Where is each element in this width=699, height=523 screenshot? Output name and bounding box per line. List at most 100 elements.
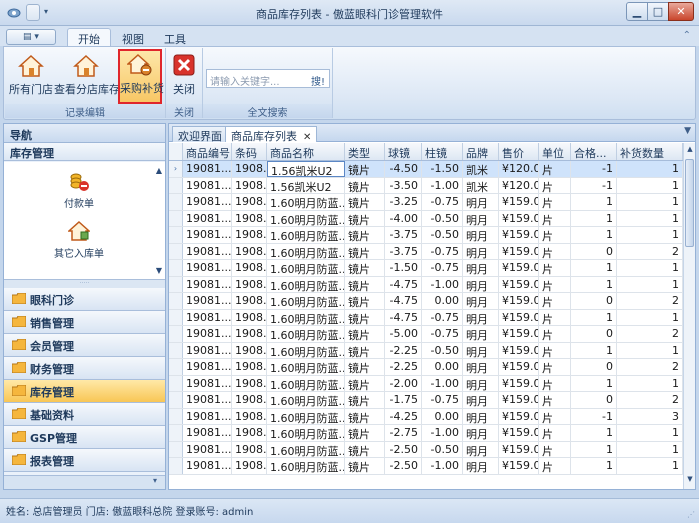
table-cell[interactable]: 1 xyxy=(571,194,617,210)
table-cell[interactable]: -2.25 xyxy=(385,342,422,358)
table-cell[interactable]: 1.60明月防蓝... xyxy=(267,441,345,457)
table-cell[interactable]: ¥159.00 xyxy=(499,359,539,375)
table-cell[interactable]: 2 xyxy=(617,392,683,408)
table-cell[interactable]: 1 xyxy=(617,177,683,193)
table-cell[interactable]: 片 xyxy=(539,293,571,309)
close-tab-icon[interactable]: ✕ xyxy=(303,132,311,143)
table-cell[interactable]: 1908... xyxy=(232,210,267,226)
table-cell[interactable]: -4.75 xyxy=(385,293,422,309)
table-cell[interactable]: ¥159.00 xyxy=(499,425,539,441)
table-cell[interactable]: 19081... xyxy=(183,177,232,193)
table-cell[interactable]: 明月 xyxy=(463,243,499,259)
maximize-button[interactable]: □ xyxy=(647,2,669,21)
table-cell[interactable]: 19081... xyxy=(183,441,232,457)
table-row[interactable]: 19081...1908...1.60明月防蓝...镜片-3.25-0.75明月… xyxy=(169,194,683,211)
table-cell[interactable]: 1 xyxy=(571,210,617,226)
table-cell[interactable]: 0.00 xyxy=(422,293,463,309)
tab-start[interactable]: 开始 xyxy=(67,28,111,47)
row-indicator[interactable] xyxy=(169,458,183,474)
table-cell[interactable]: 19081... xyxy=(183,342,232,358)
table-cell[interactable]: 1908... xyxy=(232,425,267,441)
table-cell[interactable]: 明月 xyxy=(463,375,499,391)
nav-category-sales[interactable]: 销售管理 xyxy=(4,311,165,334)
table-cell[interactable]: -1 xyxy=(571,177,617,193)
table-cell[interactable]: ¥159.00 xyxy=(499,243,539,259)
scroll-up-icon[interactable]: ▲ xyxy=(156,166,162,175)
nav-category-basic-data[interactable]: 基础资料 xyxy=(4,403,165,426)
table-cell[interactable]: 0 xyxy=(571,326,617,342)
table-cell[interactable]: 1.60明月防蓝... xyxy=(267,194,345,210)
table-cell[interactable]: 1 xyxy=(617,425,683,441)
nav-category-inventory[interactable]: 库存管理 xyxy=(4,380,165,403)
table-cell[interactable]: 镜片 xyxy=(345,441,385,457)
table-cell[interactable]: 1 xyxy=(571,441,617,457)
table-cell[interactable]: 片 xyxy=(539,194,571,210)
table-cell[interactable]: 片 xyxy=(539,425,571,441)
nav-category-members[interactable]: 会员管理 xyxy=(4,334,165,357)
table-cell[interactable]: 0 xyxy=(571,243,617,259)
row-indicator[interactable] xyxy=(169,425,183,441)
application-menu-button[interactable]: ▤ ▾ xyxy=(6,29,56,45)
table-cell[interactable]: -3.75 xyxy=(385,227,422,243)
table-cell[interactable]: 2 xyxy=(617,243,683,259)
table-cell[interactable]: 明月 xyxy=(463,408,499,424)
table-cell[interactable]: 1 xyxy=(617,375,683,391)
table-cell[interactable]: 19081... xyxy=(183,392,232,408)
table-cell[interactable]: 1 xyxy=(617,342,683,358)
row-indicator[interactable] xyxy=(169,293,183,309)
row-indicator[interactable] xyxy=(169,359,183,375)
table-cell[interactable]: 镜片 xyxy=(345,392,385,408)
table-cell[interactable]: 1 xyxy=(571,342,617,358)
table-cell[interactable]: 明月 xyxy=(463,342,499,358)
tab-tools[interactable]: 工具 xyxy=(154,29,196,47)
nav-item-other-stock-in[interactable]: 其它入库单 xyxy=(4,220,154,260)
table-cell[interactable]: ¥159.00 xyxy=(499,293,539,309)
table-cell[interactable]: 明月 xyxy=(463,458,499,474)
table-cell[interactable]: 1 xyxy=(617,227,683,243)
table-cell[interactable]: 凯米 xyxy=(463,161,499,177)
table-cell[interactable]: 1908... xyxy=(232,342,267,358)
table-row[interactable]: 19081...1908...1.60明月防蓝...镜片-3.75-0.50明月… xyxy=(169,227,683,244)
table-cell[interactable]: 19081... xyxy=(183,194,232,210)
table-cell[interactable]: 1908... xyxy=(232,458,267,474)
table-cell[interactable]: 镜片 xyxy=(345,260,385,276)
row-indicator[interactable] xyxy=(169,408,183,424)
table-cell[interactable]: 19081... xyxy=(183,458,232,474)
table-cell[interactable]: 镜片 xyxy=(345,243,385,259)
close-button[interactable]: 关闭 xyxy=(168,52,200,100)
table-cell[interactable]: -4.75 xyxy=(385,309,422,325)
table-cell[interactable]: -2.75 xyxy=(385,425,422,441)
table-cell[interactable]: 1.60明月防蓝... xyxy=(267,342,345,358)
table-cell[interactable]: 1 xyxy=(571,260,617,276)
table-cell[interactable]: 镜片 xyxy=(345,425,385,441)
row-indicator[interactable]: › xyxy=(169,161,183,177)
table-cell[interactable]: 片 xyxy=(539,359,571,375)
table-cell[interactable]: 1 xyxy=(571,375,617,391)
table-cell[interactable]: 1.60明月防蓝... xyxy=(267,276,345,292)
table-cell[interactable]: 1.60明月防蓝... xyxy=(267,458,345,474)
row-indicator[interactable] xyxy=(169,243,183,259)
table-cell[interactable]: 1.60明月防蓝... xyxy=(267,425,345,441)
table-row[interactable]: 19081...1908...1.60明月防蓝...镜片-4.00-0.50明月… xyxy=(169,210,683,227)
table-cell[interactable]: -5.00 xyxy=(385,326,422,342)
table-cell[interactable]: 1908... xyxy=(232,359,267,375)
table-cell[interactable]: -2.50 xyxy=(385,441,422,457)
table-cell[interactable]: 明月 xyxy=(463,441,499,457)
column-header[interactable]: 柱镜 xyxy=(422,143,463,160)
table-cell[interactable]: 1908... xyxy=(232,243,267,259)
table-cell[interactable]: 1 xyxy=(617,210,683,226)
table-cell[interactable]: -0.75 xyxy=(422,194,463,210)
scroll-down-icon[interactable]: ▼ xyxy=(156,266,162,275)
table-cell[interactable]: 明月 xyxy=(463,276,499,292)
table-cell[interactable]: 片 xyxy=(539,276,571,292)
table-cell[interactable]: 1.60明月防蓝... xyxy=(267,359,345,375)
column-header[interactable]: 商品名称 xyxy=(267,143,345,160)
table-cell[interactable]: 1 xyxy=(617,458,683,474)
table-cell[interactable]: 1 xyxy=(571,227,617,243)
nav-item-payment[interactable]: 付款单 xyxy=(4,170,154,210)
row-indicator[interactable] xyxy=(169,326,183,342)
table-cell[interactable]: 1 xyxy=(617,276,683,292)
table-cell[interactable]: 1.60明月防蓝... xyxy=(267,326,345,342)
table-cell[interactable]: 2 xyxy=(617,326,683,342)
table-cell[interactable]: 3 xyxy=(617,408,683,424)
